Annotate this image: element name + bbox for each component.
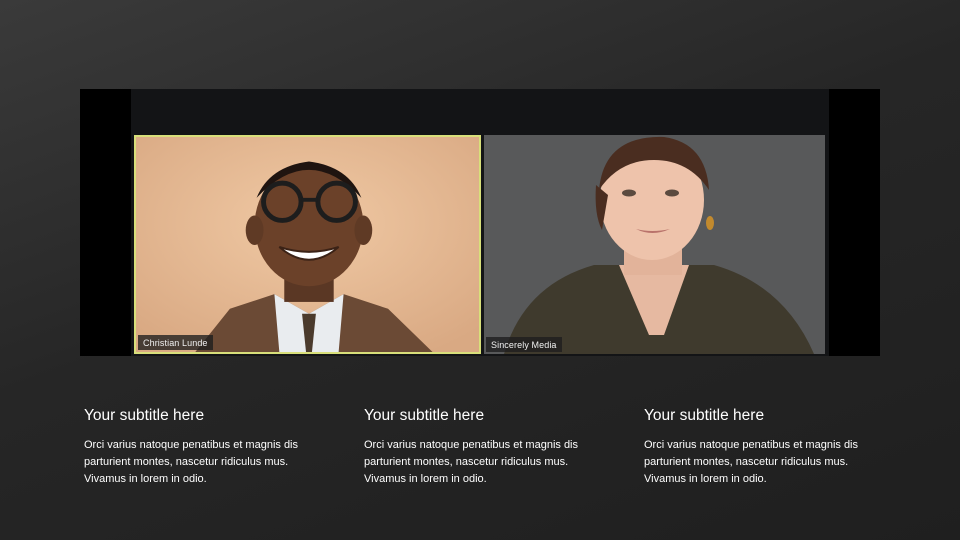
column-body: Orci varius natoque penatibus et magnis … [364,439,579,485]
participant-tile-christian[interactable]: Christian Lunde [134,135,481,354]
participant-name-label: Christian Lunde [138,335,213,350]
text-column: Your subtitle here Orci varius natoque p… [364,407,604,488]
participant-name-label: Sincerely Media [486,337,562,352]
column-body: Orci varius natoque penatibus et magnis … [84,439,299,485]
column-body: Orci varius natoque penatibus et magnis … [644,439,859,485]
column-subtitle: Your subtitle here [644,407,765,424]
participant-tile-sincerely-media[interactable]: Sincerely Media [484,135,825,354]
text-column: Your subtitle here Orci varius natoque p… [84,407,324,488]
video-call-window: Christian Lunde Sincerely Media [80,89,880,356]
text-column: Your subtitle here Orci varius natoque p… [644,407,884,488]
column-subtitle: Your subtitle here [84,407,205,424]
participant-video-man [136,137,479,352]
video-grid: Christian Lunde Sincerely Media [131,89,829,356]
participant-video-woman [484,135,825,354]
column-subtitle: Your subtitle here [364,407,485,424]
